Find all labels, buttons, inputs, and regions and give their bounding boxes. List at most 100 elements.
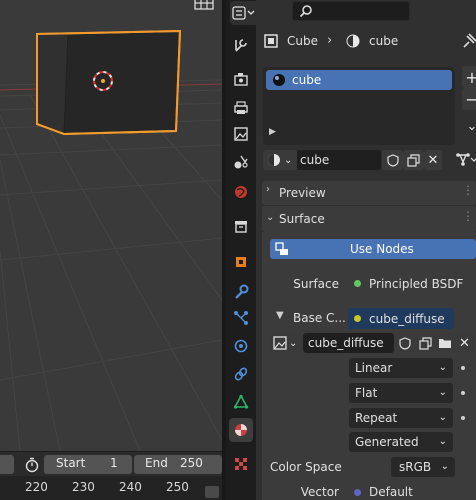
link-data-icon[interactable] bbox=[454, 152, 476, 168]
extension-dropdown[interactable]: Repeat ⌄ bbox=[349, 408, 453, 428]
remove-slot-button[interactable]: − bbox=[462, 88, 476, 110]
image-name-field[interactable]: cube_diffuse bbox=[303, 333, 394, 353]
tab-tool[interactable] bbox=[229, 33, 253, 57]
tab-texture[interactable] bbox=[229, 452, 253, 476]
ruler-handle[interactable] bbox=[205, 486, 219, 498]
unlink-material-button[interactable]: ✕ bbox=[424, 150, 442, 170]
base-color-label: Base C... bbox=[293, 311, 346, 325]
ruler-number: 250 bbox=[166, 480, 189, 494]
interpolation-dropdown[interactable]: Linear ⌄ bbox=[349, 358, 453, 378]
chevron-right-icon: › bbox=[266, 184, 270, 195]
chevron-down-icon: ⌄ bbox=[438, 387, 447, 398]
properties-panel: Cube › cube cube ▶ + − ⌄ ⌄ cube ✕ › Prev… bbox=[256, 0, 476, 500]
source-dropdown[interactable]: Generated ⌄ bbox=[349, 432, 453, 452]
tab-modifiers[interactable] bbox=[229, 280, 253, 304]
end-frame-value: 250 bbox=[180, 456, 203, 470]
selected-cube[interactable] bbox=[36, 29, 182, 136]
breadcrumb-object-name: Cube bbox=[287, 34, 318, 48]
end-frame-field[interactable]: End 250 bbox=[134, 455, 222, 474]
tab-collection[interactable] bbox=[229, 214, 253, 238]
editor-type-button[interactable] bbox=[230, 1, 258, 25]
scene-icon bbox=[234, 155, 248, 169]
viewport-scene[interactable] bbox=[0, 0, 222, 451]
use-nodes-button[interactable]: Use Nodes bbox=[270, 239, 476, 259]
chevron-down-icon[interactable]: ▼ bbox=[276, 310, 284, 321]
vector-socket-icon bbox=[354, 489, 361, 496]
keyframe-dot-icon[interactable] bbox=[461, 416, 465, 420]
world-globe-icon bbox=[235, 186, 247, 198]
particles-icon bbox=[234, 311, 248, 325]
interpolation-value: Linear bbox=[355, 361, 393, 375]
constraints-link-icon bbox=[234, 367, 248, 381]
image-icon bbox=[273, 336, 287, 350]
start-frame-field[interactable]: Start 1 bbox=[44, 455, 132, 474]
keyframe-dot-icon[interactable] bbox=[461, 366, 465, 370]
color-space-dropdown[interactable]: sRGB ⌄ bbox=[391, 457, 455, 477]
material-slot-list[interactable]: cube ▶ bbox=[263, 67, 455, 145]
surface-shader-selector[interactable]: Principled BSDF bbox=[348, 273, 463, 294]
preview-panel-header[interactable]: › Preview ⋮⋮ bbox=[262, 181, 476, 205]
shield-icon bbox=[386, 153, 399, 167]
keyframe-dot-icon[interactable] bbox=[461, 391, 465, 395]
image-fake-user-button[interactable] bbox=[395, 333, 415, 353]
browse-image-button[interactable]: ⌄ bbox=[270, 333, 302, 353]
add-slot-button[interactable]: + bbox=[462, 66, 476, 88]
fake-user-button[interactable] bbox=[382, 150, 403, 170]
tab-data[interactable] bbox=[229, 390, 253, 414]
material-name-value: cube bbox=[300, 153, 330, 167]
pin-icon[interactable] bbox=[460, 32, 476, 50]
view-layer-image-icon bbox=[234, 127, 248, 141]
drag-handle-icon[interactable]: ⋮⋮ bbox=[462, 183, 476, 197]
grid-view-icon[interactable] bbox=[193, 0, 215, 12]
tab-material[interactable] bbox=[229, 418, 253, 442]
slot-menu-button[interactable]: ⌄ bbox=[462, 116, 476, 136]
tab-object[interactable] bbox=[229, 250, 253, 274]
surface-panel-label: Surface bbox=[279, 212, 325, 226]
breadcrumb-material-name: cube bbox=[369, 34, 399, 48]
tab-scene[interactable] bbox=[229, 150, 253, 174]
shield-icon bbox=[399, 336, 411, 350]
duplicate-material-button[interactable] bbox=[403, 150, 424, 170]
close-icon: ✕ bbox=[459, 335, 470, 351]
unlink-image-button[interactable]: ✕ bbox=[455, 333, 474, 353]
stopwatch-icon[interactable] bbox=[24, 457, 40, 473]
chevron-down-icon: ⌄ bbox=[440, 461, 449, 472]
tool-wrench-icon bbox=[235, 39, 247, 52]
timeline-field-left[interactable] bbox=[0, 455, 14, 474]
modifier-wrench-icon bbox=[235, 284, 249, 299]
object-square-icon bbox=[264, 34, 278, 48]
base-color-link-button[interactable]: cube_diffuse bbox=[348, 308, 454, 329]
tab-render[interactable] bbox=[229, 67, 253, 91]
color-space-value: sRGB bbox=[399, 460, 432, 474]
tab-output[interactable] bbox=[229, 96, 253, 120]
duplicate-icon bbox=[407, 153, 420, 167]
material-name-field[interactable]: cube bbox=[297, 150, 381, 170]
tab-view-layer[interactable] bbox=[229, 122, 253, 146]
vector-input-selector[interactable]: Default bbox=[348, 482, 458, 500]
color-space-label: Color Space bbox=[270, 460, 342, 474]
timeline-ruler[interactable]: 220 230 240 250 bbox=[0, 476, 222, 500]
chevron-down-icon: ⌄ bbox=[438, 362, 447, 373]
output-printer-icon bbox=[234, 101, 248, 114]
search-field[interactable] bbox=[292, 1, 410, 21]
object-square-icon bbox=[236, 257, 246, 267]
3d-viewport[interactable]: Start 1 End 250 220 230 240 250 bbox=[0, 0, 222, 500]
list-expand-icon[interactable]: ▶ bbox=[269, 127, 276, 137]
list-item[interactable]: cube bbox=[266, 70, 452, 90]
physics-orbit-icon bbox=[234, 339, 248, 353]
tab-world[interactable] bbox=[229, 180, 253, 204]
chevron-down-icon: ⌄ bbox=[438, 412, 447, 423]
open-image-button[interactable] bbox=[435, 333, 455, 353]
material-ball-icon bbox=[273, 74, 285, 86]
surface-panel-header[interactable]: ⌄ Surface ⋮⋮ bbox=[262, 206, 476, 232]
tab-physics[interactable] bbox=[229, 334, 253, 358]
tab-particles[interactable] bbox=[229, 306, 253, 330]
plus-icon: + bbox=[465, 67, 476, 87]
drag-handle-icon[interactable]: ⋮⋮ bbox=[462, 209, 476, 223]
projection-dropdown[interactable]: Flat ⌄ bbox=[349, 383, 453, 403]
tab-constraints[interactable] bbox=[229, 362, 253, 386]
use-nodes-label: Use Nodes bbox=[350, 242, 414, 256]
image-duplicate-button[interactable] bbox=[415, 333, 435, 353]
breadcrumb-separator-icon: › bbox=[327, 33, 333, 48]
browse-material-button[interactable]: ⌄ bbox=[263, 150, 297, 170]
